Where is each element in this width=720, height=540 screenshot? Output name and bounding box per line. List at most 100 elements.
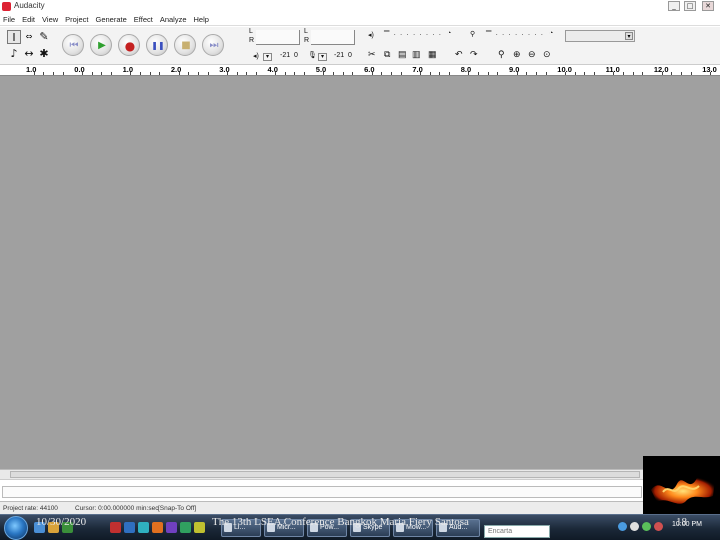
selection-field[interactable] [2, 486, 642, 498]
ruler-minor-tick [81, 72, 83, 75]
ruler-minor-tick [661, 72, 663, 75]
timeshift-tool-icon[interactable]: ↔ [22, 47, 36, 61]
input-meter-right-label: R [304, 37, 310, 44]
update-tray-icon[interactable] [654, 522, 663, 531]
ruler-minor-tick [207, 72, 209, 75]
title-bar: Audacity _ □ ✕ [0, 0, 720, 13]
input-device-dropdown[interactable]: ▾ [318, 53, 327, 61]
volume-tray-icon[interactable] [630, 522, 639, 531]
quick-launch-icon[interactable] [166, 522, 177, 533]
minimize-button[interactable]: _ [668, 1, 680, 11]
network-tray-icon[interactable] [618, 522, 627, 531]
undo-icon[interactable]: ↶ [455, 49, 463, 60]
track-panel[interactable] [0, 76, 720, 469]
draw-tool-icon[interactable]: ✎ [37, 30, 51, 44]
quick-launch-icon[interactable] [194, 522, 205, 533]
quick-launch-icon[interactable] [180, 522, 191, 533]
start-button[interactable] [4, 516, 28, 540]
skip-to-start-button[interactable]: ⏮ [62, 34, 84, 56]
ruler-minor-tick [159, 72, 161, 75]
ruler-minor-tick [535, 72, 537, 75]
playback-volume-thumb[interactable]: ◔ [447, 30, 451, 37]
ruler-tick-label: 8.0 [460, 65, 472, 74]
cut-icon[interactable]: ✂ [368, 49, 376, 60]
menu-generate[interactable]: Generate [96, 15, 127, 24]
security-tray-icon[interactable] [642, 522, 651, 531]
menu-file[interactable]: File [3, 15, 15, 24]
window-title: Audacity [14, 1, 45, 10]
stop-icon: ■ [181, 40, 191, 51]
ruler-minor-tick [516, 72, 518, 75]
menu-analyze[interactable]: Analyze [160, 15, 187, 24]
playback-volume-icon: ◂) [368, 32, 374, 39]
horizontal-scrollbar[interactable] [0, 469, 720, 479]
ruler-minor-tick [574, 72, 576, 75]
ruler-minor-tick [304, 72, 306, 75]
stop-button[interactable]: ■ [174, 34, 196, 56]
selection-tool-icon[interactable]: I [7, 30, 21, 44]
output-level-meter[interactable] [256, 30, 300, 45]
zoom-in-icon[interactable]: ⊕ [513, 49, 521, 60]
ruler-tick-label: 9.0 [509, 65, 520, 74]
copy-icon[interactable]: ⧉ [384, 49, 390, 60]
ruler-minor-tick [429, 72, 431, 75]
ruler-minor-tick [468, 72, 470, 75]
sync-lock-icon[interactable]: ⚲ [498, 49, 505, 60]
status-bar: Project rate: 44100 Cursor: 0:00.000000 … [0, 501, 720, 514]
playback-volume-slider[interactable]: ▔ · · · · · · · · [384, 31, 442, 39]
ruler-minor-tick [197, 72, 199, 75]
silence-icon[interactable]: ▦ [428, 49, 437, 60]
timeline-ruler[interactable]: 1.0 0.0 1.0 2.0 3.0 4.0 5.0 6.0 7.0 8.0 9.0 10.0 11.… [0, 65, 720, 76]
ruler-minor-tick [497, 72, 499, 75]
menu-edit[interactable]: Edit [22, 15, 35, 24]
ruler-minor-tick [545, 72, 547, 75]
ruler-minor-tick [564, 72, 566, 75]
recording-volume-thumb[interactable]: ◔ [549, 30, 553, 37]
selection-bar [0, 479, 720, 501]
ruler-minor-tick [294, 72, 296, 75]
envelope-tool-icon[interactable]: ⇔ [22, 30, 36, 44]
menu-help[interactable]: Help [194, 15, 209, 24]
zoom-out-icon[interactable]: ⊖ [528, 49, 536, 60]
ruler-minor-tick [391, 72, 393, 75]
multi-tool-icon[interactable]: ✱ [37, 47, 51, 61]
ruler-minor-tick [352, 72, 354, 75]
chevron-down-icon: ▾ [625, 32, 633, 40]
input-level-meter[interactable] [311, 30, 355, 45]
close-button[interactable]: ✕ [702, 1, 714, 11]
menu-view[interactable]: View [42, 15, 58, 24]
pause-icon: ❚❚ [151, 41, 165, 50]
play-icon: ▶ [98, 40, 106, 51]
ruler-minor-tick [284, 72, 286, 75]
ruler-tick-label: 4.0 [267, 65, 278, 74]
redo-icon[interactable]: ↷ [470, 49, 478, 60]
scrollbar-thumb[interactable] [10, 471, 640, 478]
quick-launch-icon[interactable] [152, 522, 163, 533]
menu-project[interactable]: Project [65, 15, 88, 24]
recording-volume-slider[interactable]: ▔ · · · · · · · · [486, 31, 544, 39]
paste-icon[interactable]: ▤ [398, 49, 407, 60]
record-button[interactable]: ● [118, 34, 140, 56]
pause-button[interactable]: ❚❚ [146, 34, 168, 56]
skip-to-end-button[interactable]: ⏭ [202, 34, 224, 56]
slide-page-number: 18 [676, 516, 687, 528]
maximize-button[interactable]: □ [684, 1, 696, 11]
ruler-minor-tick [593, 72, 595, 75]
play-button[interactable]: ▶ [90, 34, 112, 56]
ruler-minor-tick [101, 72, 103, 75]
project-rate-label[interactable]: Project rate: 44100 [3, 505, 58, 512]
ruler-minor-tick [130, 72, 132, 75]
output-device-dropdown[interactable]: ▾ [263, 53, 272, 61]
zoom-tool-icon[interactable]: ♪ [7, 47, 21, 61]
ruler-minor-tick [110, 72, 112, 75]
quick-launch-icon[interactable] [124, 522, 135, 533]
taskbar-search-field[interactable]: Encarta [484, 525, 550, 538]
trim-icon[interactable]: ▥ [412, 49, 421, 60]
fit-project-icon[interactable]: ⊙ [543, 49, 551, 60]
quick-launch-icon[interactable] [138, 522, 149, 533]
ruler-minor-tick [439, 72, 441, 75]
quick-launch-icon[interactable] [110, 522, 121, 533]
menu-effect[interactable]: Effect [134, 15, 153, 24]
ruler-tick-label: 5.0 [315, 65, 327, 74]
input-source-dropdown[interactable]: ▾ [565, 30, 635, 42]
